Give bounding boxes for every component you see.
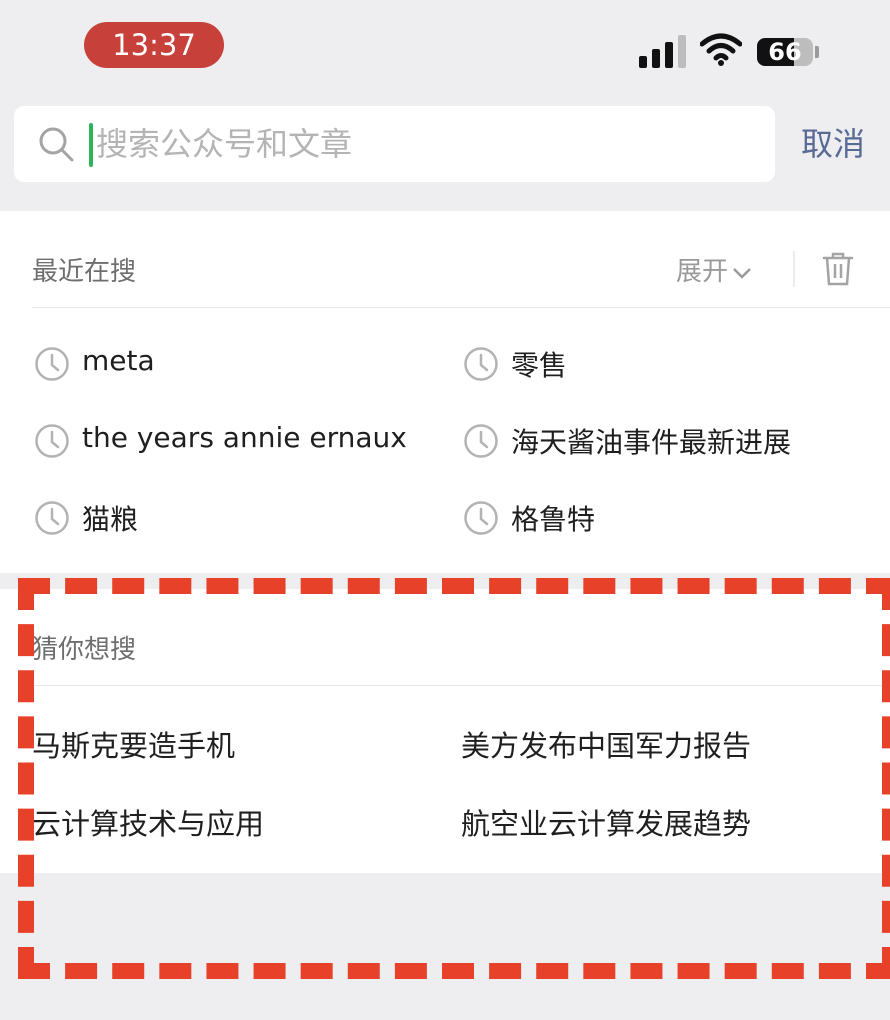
chevron-down-icon [733, 267, 751, 279]
suggestion-item[interactable]: 云计算技术与应用 [32, 801, 264, 843]
suggested-searches-panel: 猜你想搜 马斯克要造手机 美方发布中国军力报告 云计算技术与应用 航空业云计算发… [0, 589, 890, 873]
search-icon [39, 127, 74, 162]
suggestion-item[interactable]: 美方发布中国军力报告 [461, 723, 751, 765]
suggested-searches-title: 猜你想搜 [32, 635, 137, 665]
text-cursor [89, 123, 93, 167]
section-divider [32, 685, 890, 686]
history-item-label: 猫粮 [82, 503, 139, 536]
cellular-signal-icon [639, 34, 687, 68]
wifi-icon [700, 33, 742, 66]
history-item-label: 格鲁特 [511, 503, 596, 536]
trash-icon[interactable] [822, 251, 854, 287]
search-box[interactable] [14, 106, 775, 182]
clock-icon [464, 501, 498, 535]
suggestion-item[interactable]: 马斯克要造手机 [32, 723, 235, 765]
expand-button[interactable]: 展开 [676, 251, 752, 288]
clock-icon [35, 501, 69, 535]
status-bar: 13:37 66 [0, 0, 890, 96]
clock-icon [35, 424, 69, 458]
clock-icon [35, 347, 69, 381]
clock-icon [464, 347, 498, 381]
status-time: 13:37 [84, 22, 224, 68]
history-item-label: the years annie ernaux [82, 421, 407, 454]
history-item-label: meta [82, 344, 155, 377]
toolbar-divider [793, 251, 795, 287]
battery-cap [815, 46, 819, 58]
search-input[interactable] [96, 106, 756, 182]
battery-indicator: 66 [757, 38, 813, 66]
expand-label: 展开 [676, 257, 729, 287]
section-divider [32, 307, 890, 308]
recent-searches-panel: 最近在搜 展开 meta 零售 the years annie ernaux 海… [0, 211, 890, 573]
history-item-label: 零售 [511, 349, 568, 382]
suggestion-item[interactable]: 航空业云计算发展趋势 [461, 801, 751, 843]
cancel-button[interactable]: 取消 [801, 118, 865, 170]
recent-searches-title: 最近在搜 [32, 257, 137, 287]
history-item-label: 海天酱油事件最新进展 [511, 426, 792, 459]
clock-icon [464, 424, 498, 458]
